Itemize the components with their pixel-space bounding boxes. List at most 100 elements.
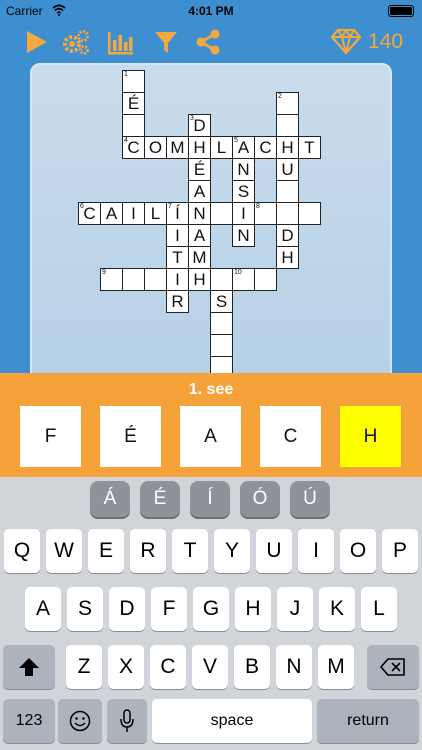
gem-icon[interactable]	[330, 27, 362, 55]
letter-key[interactable]: S	[67, 587, 103, 631]
grid-cell[interactable]: N	[232, 158, 255, 181]
grid-cell[interactable]	[122, 114, 145, 137]
grid-cell[interactable]: R	[166, 290, 189, 313]
letter-key[interactable]: V	[192, 645, 228, 689]
settings-gears-icon[interactable]	[62, 28, 90, 56]
play-icon[interactable]	[22, 28, 50, 56]
accent-key[interactable]: Ó	[240, 481, 280, 517]
grid-cell[interactable]	[122, 268, 145, 291]
grid-cell[interactable]	[276, 114, 299, 137]
grid-cell[interactable]: H	[188, 136, 211, 159]
letter-key[interactable]: P	[382, 529, 418, 573]
letter-key[interactable]: F	[151, 587, 187, 631]
letter-key[interactable]: D	[109, 587, 145, 631]
grid-cell[interactable]: 10	[232, 268, 255, 291]
grid-cell[interactable]: S	[210, 290, 233, 313]
grid-cell[interactable]: T	[298, 136, 321, 159]
letter-key[interactable]: B	[234, 645, 270, 689]
grid-cell[interactable]	[210, 312, 233, 335]
letter-key[interactable]: Q	[4, 529, 40, 573]
grid-cell[interactable]: I	[122, 202, 145, 225]
answer-letter-box[interactable]: A	[180, 406, 241, 467]
letter-key[interactable]: N	[276, 645, 312, 689]
grid-cell[interactable]	[254, 268, 277, 291]
backspace-key[interactable]	[367, 645, 419, 689]
grid-cell[interactable]: N	[232, 224, 255, 247]
grid-cell[interactable]: I	[232, 202, 255, 225]
microphone-key[interactable]	[107, 699, 147, 743]
grid-cell[interactable]: 7Í	[166, 202, 189, 225]
letter-key[interactable]: H	[235, 587, 271, 631]
grid-cell[interactable]: I	[166, 224, 189, 247]
grid-cell[interactable]: A	[188, 224, 211, 247]
grid-cell[interactable]: U	[276, 158, 299, 181]
grid-cell[interactable]: O	[144, 136, 167, 159]
grid-cell[interactable]: L	[210, 136, 233, 159]
letter-key[interactable]: E	[88, 529, 124, 573]
grid-cell[interactable]: M	[166, 136, 189, 159]
grid-cell[interactable]: A	[100, 202, 123, 225]
accent-key[interactable]: É	[140, 481, 180, 517]
letter-key[interactable]: M	[318, 645, 354, 689]
letter-key[interactable]: T	[172, 529, 208, 573]
accent-key[interactable]: Í	[190, 481, 230, 517]
grid-cell[interactable]: M	[188, 246, 211, 269]
grid-cell[interactable]	[210, 268, 233, 291]
letter-key[interactable]: R	[130, 529, 166, 573]
accent-key[interactable]: Ú	[290, 481, 330, 517]
grid-cell[interactable]: N	[188, 202, 211, 225]
grid-cell[interactable]	[210, 202, 233, 225]
letter-key[interactable]: X	[108, 645, 144, 689]
grid-cell[interactable]: É	[122, 92, 145, 115]
letter-key[interactable]: W	[46, 529, 82, 573]
filter-icon[interactable]	[152, 28, 180, 56]
space-key[interactable]: space	[152, 699, 312, 743]
grid-cell[interactable]: H	[276, 136, 299, 159]
letter-key[interactable]: U	[256, 529, 292, 573]
letter-key[interactable]: Z	[66, 645, 102, 689]
grid-cell[interactable]: 9	[100, 268, 123, 291]
grid-cell[interactable]: 8	[254, 202, 277, 225]
accent-key[interactable]: Á	[90, 481, 130, 517]
letter-key[interactable]: L	[361, 587, 397, 631]
grid-cell[interactable]: S	[232, 180, 255, 203]
grid-cell[interactable]: A	[188, 180, 211, 203]
answer-letter-box[interactable]: É	[100, 406, 161, 467]
letter-key[interactable]: C	[150, 645, 186, 689]
grid-cell[interactable]: 4C	[122, 136, 145, 159]
grid-cell[interactable]: C	[254, 136, 277, 159]
stats-chart-icon[interactable]	[106, 28, 134, 56]
letter-key[interactable]: A	[25, 587, 61, 631]
grid-cell[interactable]: T	[166, 246, 189, 269]
numbers-key[interactable]: 123	[3, 699, 55, 743]
letter-key[interactable]: K	[319, 587, 355, 631]
letter-key[interactable]: I	[298, 529, 334, 573]
grid-cell[interactable]	[276, 180, 299, 203]
grid-cell[interactable]: D	[276, 224, 299, 247]
grid-cell[interactable]: 6C	[78, 202, 101, 225]
grid-cell[interactable]	[144, 268, 167, 291]
grid-cell[interactable]: 5A	[232, 136, 255, 159]
letter-key[interactable]: O	[340, 529, 376, 573]
grid-cell[interactable]	[210, 334, 233, 357]
grid-cell[interactable]: H	[188, 268, 211, 291]
letter-key[interactable]: J	[277, 587, 313, 631]
share-icon[interactable]	[194, 28, 222, 56]
return-key[interactable]: return	[317, 699, 419, 743]
grid-cell[interactable]: H	[276, 246, 299, 269]
grid-cell[interactable]	[298, 202, 321, 225]
letter-key[interactable]: G	[193, 587, 229, 631]
answer-letter-box[interactable]: F	[20, 406, 81, 467]
grid-cell[interactable]: 2	[276, 92, 299, 115]
grid-cell[interactable]: L	[144, 202, 167, 225]
answer-letter-box[interactable]: H	[340, 406, 401, 467]
shift-key[interactable]	[3, 645, 55, 689]
emoji-key[interactable]	[58, 699, 102, 743]
grid-cell[interactable]	[276, 202, 299, 225]
letter-key[interactable]: Y	[214, 529, 250, 573]
grid-cell[interactable]: 3D	[188, 114, 211, 137]
grid-cell[interactable]: I	[166, 268, 189, 291]
answer-letter-box[interactable]: C	[260, 406, 321, 467]
grid-cell[interactable]: 1	[122, 70, 145, 93]
grid-cell[interactable]: É	[188, 158, 211, 181]
